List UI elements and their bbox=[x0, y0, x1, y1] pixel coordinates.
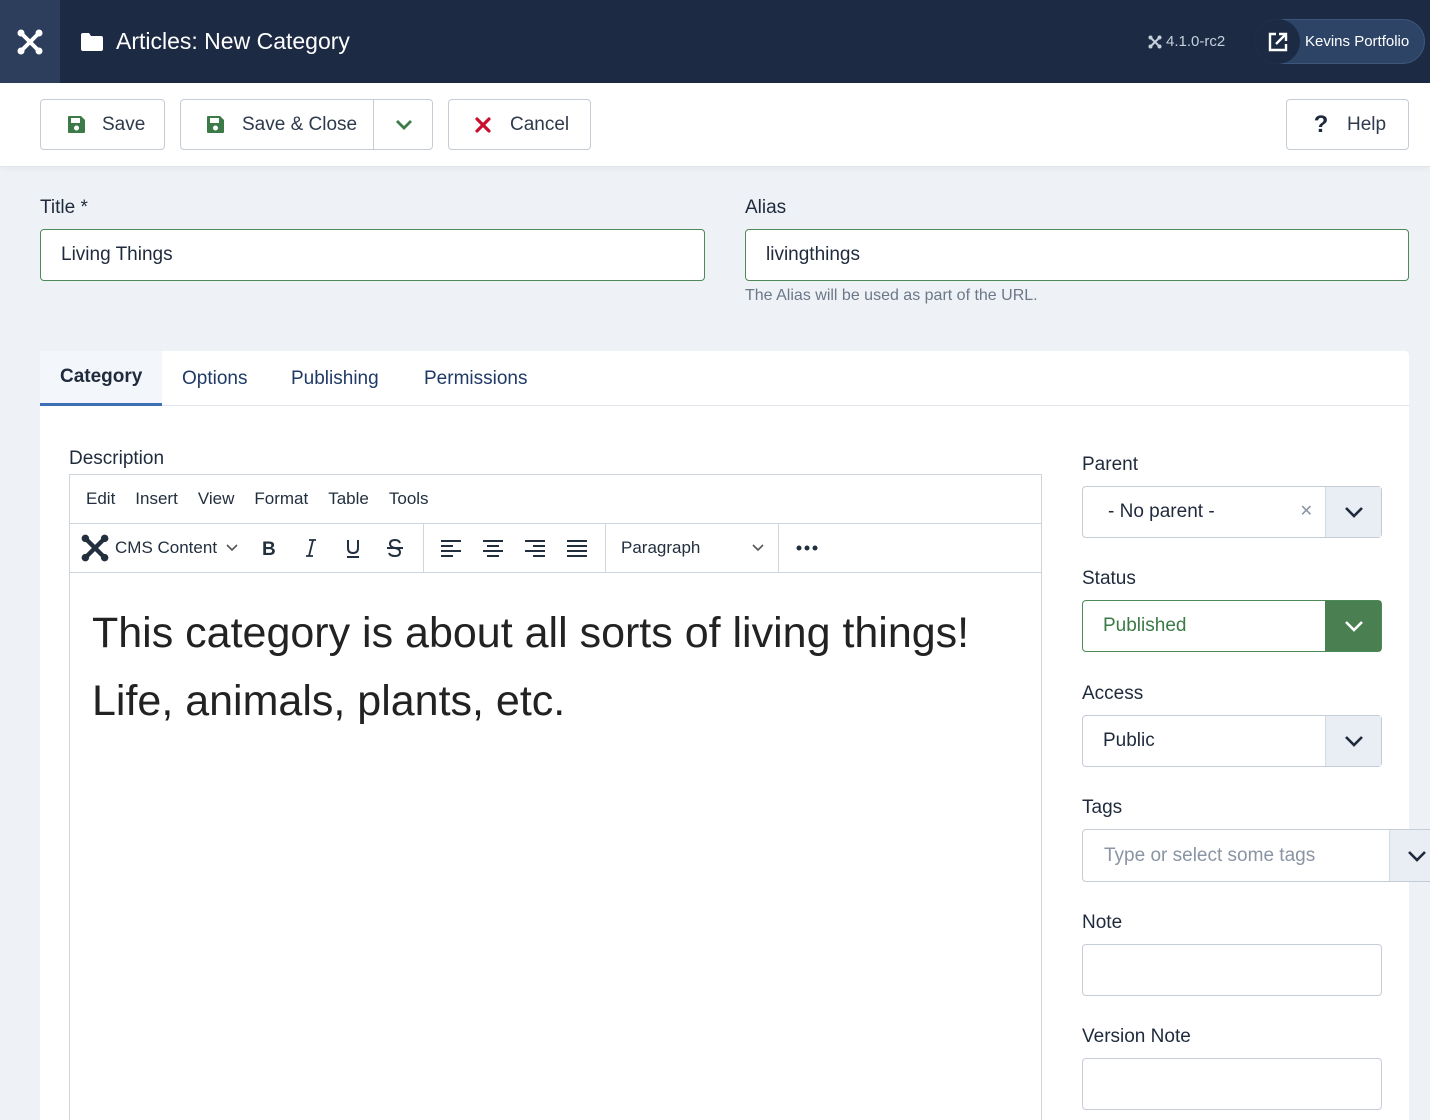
italic-icon bbox=[306, 539, 316, 557]
align-center-button[interactable] bbox=[472, 524, 514, 572]
version-note-label: Version Note bbox=[1082, 1026, 1191, 1047]
menu-view[interactable]: View bbox=[198, 489, 235, 509]
cancel-label: Cancel bbox=[510, 113, 570, 135]
header: Articles: New Category 4.1.0-rc2 Kevins … bbox=[0, 0, 1430, 83]
chevron-down-icon bbox=[226, 544, 238, 552]
version-note-input[interactable] bbox=[1082, 1058, 1382, 1110]
chevron-down-icon bbox=[1325, 487, 1381, 537]
menu-tools[interactable]: Tools bbox=[389, 489, 429, 509]
strikethrough-icon bbox=[387, 538, 403, 558]
joomla-logo[interactable] bbox=[0, 0, 60, 83]
version-text: 4.1.0-rc2 bbox=[1166, 33, 1226, 50]
page-title: Articles: New Category bbox=[80, 0, 350, 83]
more-button[interactable] bbox=[786, 524, 828, 572]
alias-input-value: livingthings bbox=[766, 244, 860, 265]
joomla-logo-icon bbox=[17, 29, 43, 54]
page-title-text: Articles: New Category bbox=[116, 28, 350, 54]
editor-content[interactable]: This category is about all sorts of livi… bbox=[70, 573, 1041, 761]
menu-edit[interactable]: Edit bbox=[86, 489, 115, 509]
title-input[interactable]: Living Things bbox=[40, 229, 705, 281]
editor-toolbar: CMS Content B Paragraph bbox=[70, 524, 1041, 573]
title-input-value: Living Things bbox=[61, 244, 173, 265]
tab-options[interactable]: Options bbox=[182, 351, 247, 406]
chevron-down-icon[interactable] bbox=[1389, 830, 1430, 881]
save-close-label: Save & Close bbox=[242, 113, 358, 135]
floppy-disk-icon bbox=[61, 115, 91, 134]
external-link-icon bbox=[1255, 19, 1300, 64]
site-link-button[interactable]: Kevins Portfolio bbox=[1255, 19, 1425, 64]
rich-text-editor: Edit Insert View Format Table Tools CMS … bbox=[69, 474, 1042, 1120]
close-icon bbox=[468, 116, 498, 133]
parent-label: Parent bbox=[1082, 454, 1138, 475]
chevron-down-icon bbox=[752, 544, 764, 552]
chevron-down-icon bbox=[1325, 716, 1381, 766]
tab-permissions[interactable]: Permissions bbox=[424, 351, 527, 406]
align-center-icon bbox=[483, 540, 503, 557]
parent-value: - No parent - bbox=[1108, 501, 1215, 522]
save-close-button[interactable]: Save & Close bbox=[180, 99, 433, 150]
parent-select[interactable]: - No parent - ✕ bbox=[1082, 486, 1382, 538]
alias-label: Alias bbox=[745, 197, 787, 218]
status-label: Status bbox=[1082, 568, 1136, 589]
save-options-dropdown[interactable] bbox=[373, 100, 433, 149]
note-label: Note bbox=[1082, 912, 1123, 933]
align-left-icon bbox=[441, 540, 461, 557]
access-label: Access bbox=[1082, 683, 1144, 704]
site-link-label: Kevins Portfolio bbox=[1305, 33, 1410, 50]
toolbar: Save Save & Close Cancel ? Help bbox=[0, 83, 1430, 167]
svg-text:B: B bbox=[262, 539, 276, 557]
help-label: Help bbox=[1347, 113, 1387, 135]
strikethrough-button[interactable] bbox=[374, 524, 416, 572]
access-value: Public bbox=[1103, 730, 1155, 751]
save-label: Save bbox=[102, 113, 146, 135]
tab-category[interactable]: Category bbox=[40, 351, 162, 406]
help-button[interactable]: ? Help bbox=[1286, 99, 1409, 150]
underline-button[interactable] bbox=[332, 524, 374, 572]
tags-label: Tags bbox=[1082, 797, 1123, 818]
access-select[interactable]: Public bbox=[1082, 715, 1382, 767]
alias-hint: The Alias will be used as part of the UR… bbox=[745, 287, 1038, 304]
cancel-button[interactable]: Cancel bbox=[448, 99, 591, 150]
menu-format[interactable]: Format bbox=[254, 489, 308, 509]
question-mark-icon: ? bbox=[1313, 110, 1329, 138]
tab-publishing[interactable]: Publishing bbox=[291, 351, 379, 406]
justify-button[interactable] bbox=[556, 524, 598, 572]
tab-bar: Category Options Publishing Permissions bbox=[40, 351, 1409, 406]
bold-button[interactable]: B bbox=[248, 524, 290, 572]
folder-icon bbox=[81, 32, 103, 51]
cms-content-dropdown[interactable]: CMS Content bbox=[80, 524, 239, 572]
title-label: Title * bbox=[40, 197, 88, 218]
note-input[interactable] bbox=[1082, 944, 1382, 996]
save-button[interactable]: Save bbox=[40, 99, 165, 150]
align-left-button[interactable] bbox=[430, 524, 472, 572]
align-right-icon bbox=[525, 540, 545, 557]
joomla-logo-icon bbox=[81, 534, 109, 562]
italic-button[interactable] bbox=[290, 524, 332, 572]
chevron-down-icon bbox=[395, 119, 412, 130]
cms-content-label: CMS Content bbox=[115, 538, 218, 557]
floppy-disk-icon bbox=[200, 115, 230, 134]
block-format-dropdown[interactable]: Paragraph bbox=[621, 524, 766, 572]
justify-icon bbox=[567, 540, 587, 557]
tags-input[interactable]: Type or select some tags bbox=[1082, 829, 1430, 882]
align-right-button[interactable] bbox=[514, 524, 556, 572]
description-label: Description bbox=[69, 448, 165, 469]
chevron-down-icon bbox=[1325, 601, 1381, 651]
status-value: Published bbox=[1103, 615, 1187, 636]
block-format-label: Paragraph bbox=[621, 538, 701, 557]
joomla-small-icon bbox=[1148, 35, 1162, 48]
underline-icon bbox=[347, 540, 359, 558]
tags-placeholder: Type or select some tags bbox=[1104, 844, 1316, 866]
menu-table[interactable]: Table bbox=[328, 489, 369, 509]
status-select[interactable]: Published bbox=[1082, 600, 1382, 652]
editor-menubar: Edit Insert View Format Table Tools bbox=[70, 475, 1041, 524]
bold-icon: B bbox=[262, 539, 276, 557]
version-badge: 4.1.0-rc2 bbox=[1148, 0, 1225, 83]
alias-input[interactable]: livingthings bbox=[745, 229, 1409, 281]
more-dots-icon bbox=[796, 545, 818, 551]
clear-icon[interactable]: ✕ bbox=[1300, 501, 1313, 521]
menu-insert[interactable]: Insert bbox=[135, 489, 178, 509]
